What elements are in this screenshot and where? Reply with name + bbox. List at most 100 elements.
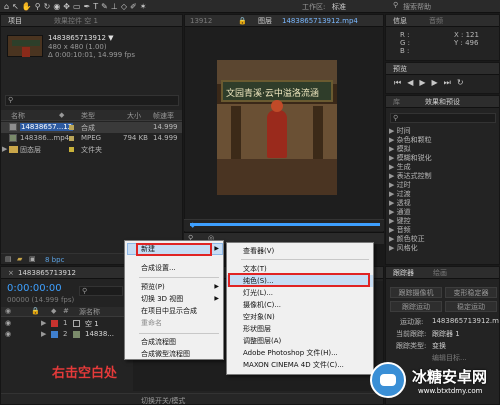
- submenu-item-camera[interactable]: 摄像机(C)...: [227, 299, 373, 311]
- type-tool-icon[interactable]: T: [93, 1, 101, 12]
- workspace-select[interactable]: 标准: [332, 2, 346, 12]
- menu-item-mini-flowchart[interactable]: 合成微型流程图: [125, 348, 223, 360]
- tab-paint[interactable]: 绘画: [430, 268, 450, 279]
- project-row-folder[interactable]: ▶ 固态层 文件夹: [1, 144, 182, 155]
- menu-separator: [241, 259, 369, 260]
- submenu-item-light[interactable]: 灯光(L)...: [227, 287, 373, 299]
- submenu-item-null-object[interactable]: 空对象(N): [227, 311, 373, 323]
- loop-icon[interactable]: ↻: [457, 78, 470, 87]
- expand-triangle-icon[interactable]: ▶: [41, 319, 46, 327]
- comp-tabbar: 13912 🔒 图层 1483865713912.mp4: [185, 15, 383, 27]
- rectangle-tool-icon[interactable]: ▭: [73, 1, 84, 12]
- interpret-icon[interactable]: ▤: [5, 255, 12, 263]
- search-input[interactable]: 搜索帮助: [403, 2, 431, 12]
- tab-info[interactable]: 信息: [390, 16, 410, 27]
- zoom-tool-icon[interactable]: ⚲: [35, 1, 44, 12]
- lock-icon[interactable]: 🔒: [235, 16, 250, 27]
- menu-item-flowchart[interactable]: 合成流程图: [125, 336, 223, 348]
- expand-triangle-icon[interactable]: ▶: [2, 145, 7, 153]
- effect-category[interactable]: ▶ 风格化: [389, 243, 418, 253]
- submenu-arrow-icon: ▶: [214, 245, 219, 252]
- first-frame-icon[interactable]: ⏮: [394, 78, 407, 87]
- tab-footage[interactable]: 1483865713912.mp4: [279, 16, 361, 27]
- project-tabbar: 项目 效果控件 空 1: [1, 15, 182, 27]
- play-icon[interactable]: ▶: [419, 78, 431, 87]
- last-frame-icon[interactable]: ⏭: [444, 78, 457, 87]
- col-size[interactable]: 大小: [127, 111, 141, 121]
- project-row-footage[interactable]: 148386...mp4 MPEG 794 KB 14.999: [1, 133, 182, 144]
- tab-preview[interactable]: 预览: [390, 64, 410, 75]
- index-header: #: [63, 307, 69, 315]
- submenu-item-photoshop-file[interactable]: Adobe Photoshop 文件(H)...: [227, 347, 373, 359]
- tab-library[interactable]: 库: [390, 97, 403, 108]
- tab-timeline-comp[interactable]: 1483865713912: [15, 268, 79, 279]
- submenu-item-cinema4d-file[interactable]: MAXON CINEMA 4D 文件(C)...: [227, 359, 373, 371]
- timecode[interactable]: 0:00:00:00: [7, 283, 62, 294]
- tab-layer[interactable]: 图层: [255, 16, 275, 27]
- effects-panel: 库 效果和预设 ⚲ ▶ 时间 ▶ 杂色和颗粒 ▶ 模拟 ▶ 模糊和锐化 ▶ 生成…: [385, 95, 500, 265]
- layer-row[interactable]: ◉ ▶ 2 14838...: [1, 329, 131, 340]
- col-name[interactable]: 名称: [11, 111, 25, 121]
- prev-frame-icon[interactable]: ◀: [407, 78, 419, 87]
- toggle-switches-modes[interactable]: 切换开关/模式: [141, 396, 185, 404]
- track-type-select[interactable]: 变换: [432, 341, 446, 351]
- pan-behind-icon[interactable]: ✥: [63, 1, 73, 12]
- effects-search-field[interactable]: ⚲: [390, 113, 496, 123]
- new-folder-icon[interactable]: ▰: [17, 255, 22, 263]
- menu-item-reveal-in-project[interactable]: 在项目中显示合成: [125, 305, 223, 317]
- rotate-tool-icon[interactable]: ↻: [44, 1, 54, 12]
- submenu-item-viewer[interactable]: 查看器(V): [227, 245, 373, 257]
- camera-tool-icon[interactable]: ◉: [53, 1, 63, 12]
- viewer-figure: [267, 110, 287, 158]
- menu-item-switch-3d-view[interactable]: 切换 3D 视图 ▶: [125, 293, 223, 305]
- eraser-tool-icon[interactable]: ◇: [121, 1, 130, 12]
- work-area-bar[interactable]: [190, 223, 380, 226]
- warp-stabilizer-button[interactable]: 变形稳定器: [445, 287, 497, 298]
- layer-row[interactable]: ◉ ▶ 1 空 1: [1, 318, 131, 329]
- selection-tool-icon[interactable]: ↖: [12, 1, 22, 12]
- stabilize-motion-button[interactable]: 稳定运动: [445, 301, 497, 312]
- tab-prev-comp[interactable]: 13912: [187, 16, 215, 27]
- track-motion-button[interactable]: 跟踪运动: [390, 301, 442, 312]
- project-search-field[interactable]: ⚲: [5, 95, 179, 106]
- col-type[interactable]: 类型: [81, 111, 95, 121]
- expand-triangle-icon[interactable]: ▶: [41, 330, 46, 338]
- hand-tool-icon[interactable]: ✋: [22, 1, 35, 12]
- new-comp-icon[interactable]: ▣: [29, 255, 36, 263]
- roto-tool-icon[interactable]: ✐: [130, 1, 140, 12]
- tab-tracker[interactable]: 跟踪器: [390, 268, 417, 279]
- tab-effect-controls[interactable]: 效果控件 空 1: [51, 16, 101, 27]
- comp-timebar[interactable]: ◆: [184, 219, 384, 231]
- source-name-header[interactable]: 源名称: [79, 307, 100, 317]
- motion-source-select[interactable]: 1483865713912.m...: [432, 317, 499, 325]
- project-row-comp[interactable]: 14838657...12 合成 14.999: [1, 122, 182, 133]
- tab-effects-presets[interactable]: 效果和预设: [422, 97, 463, 108]
- pen-tool-icon[interactable]: ✒: [84, 1, 94, 12]
- eye-icon[interactable]: ◉: [5, 330, 11, 338]
- puppet-tool-icon[interactable]: ✶: [140, 1, 150, 12]
- submenu-item-adjustment-layer[interactable]: 调整图层(A): [227, 335, 373, 347]
- tab-project[interactable]: 项目: [5, 16, 25, 27]
- menu-item-preview[interactable]: 预览(P) ▶: [125, 281, 223, 293]
- current-track-select[interactable]: 跟踪器 1: [432, 329, 460, 339]
- menu-item-comp-settings[interactable]: 合成设置...: [125, 262, 223, 274]
- brush-tool-icon[interactable]: ✎: [101, 1, 111, 12]
- tab-audio[interactable]: 音频: [426, 16, 446, 27]
- home-icon[interactable]: ⌂: [4, 1, 12, 12]
- submenu-item-shape-layer[interactable]: 形状图层: [227, 323, 373, 335]
- timeline-search-field[interactable]: ⚲: [79, 286, 123, 296]
- label-icon: ◆: [59, 111, 65, 119]
- eye-icon[interactable]: ◉: [5, 319, 11, 327]
- lock-header-icon: 🔒: [31, 307, 40, 315]
- info-r: R :: [400, 31, 410, 39]
- track-camera-button[interactable]: 跟踪摄像机: [390, 287, 442, 298]
- menu-item-rename[interactable]: 重命名: [125, 317, 223, 329]
- thumbnail-figure: [22, 47, 30, 57]
- stamp-tool-icon[interactable]: ⊥: [111, 1, 121, 12]
- thumbnail-sign: [12, 40, 40, 46]
- next-frame-icon[interactable]: ▶: [432, 78, 444, 87]
- bpc-label[interactable]: 8 bpc: [45, 256, 64, 264]
- col-fps[interactable]: 帧速率: [153, 111, 174, 121]
- search-icon[interactable]: ⚲: [393, 1, 398, 9]
- playhead-icon[interactable]: ◆: [190, 221, 195, 229]
